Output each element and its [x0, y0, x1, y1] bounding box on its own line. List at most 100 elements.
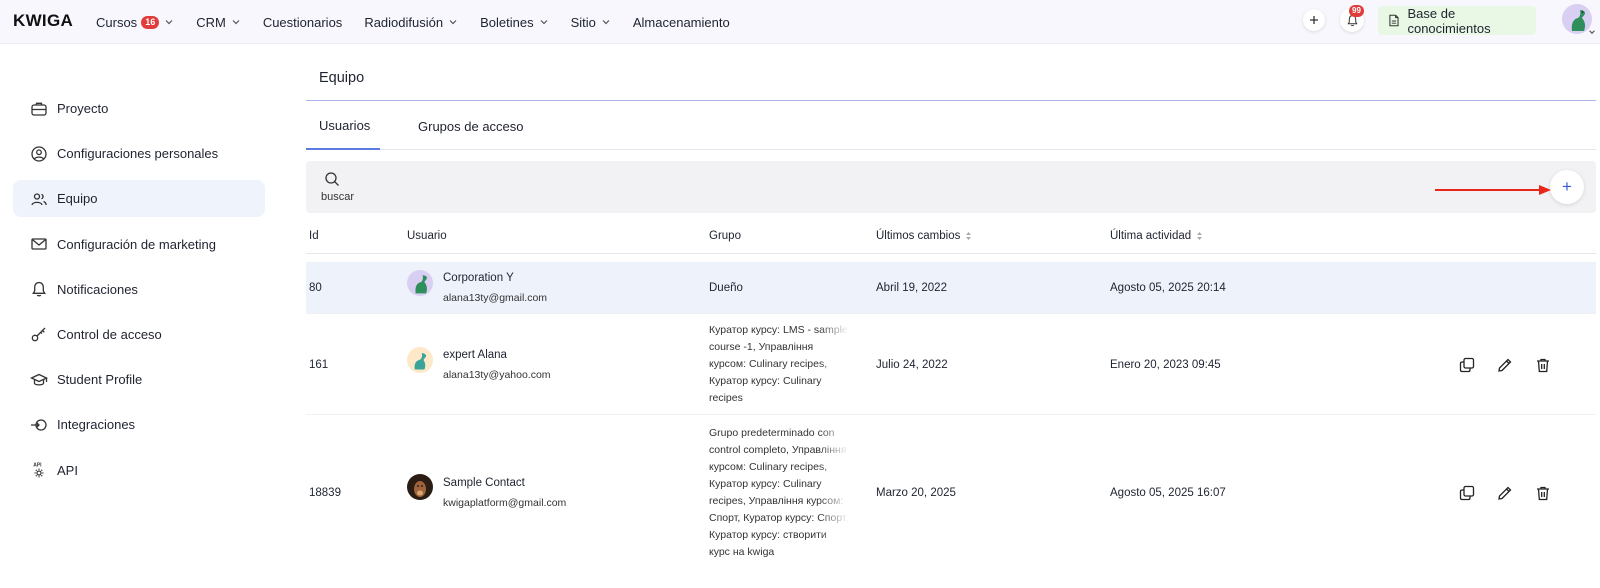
column-header-label: Usuario	[407, 230, 447, 242]
dinosaur-avatar-icon	[415, 275, 427, 294]
sidebar-item-label: Configuraciones personales	[57, 146, 219, 162]
table-row[interactable]: 18839 Sample Contact kwigaplatform@gmail…	[306, 416, 1596, 588]
text-fade-overlay	[819, 322, 849, 410]
sidebar-item-label: API	[57, 462, 78, 478]
user-avatar	[407, 270, 433, 296]
users-icon	[31, 193, 47, 206]
column-header-ultima-actividad[interactable]: Última actividad	[1110, 230, 1203, 242]
user-name: Corporation Y	[443, 272, 514, 284]
nav-item-cuestionarios[interactable]: Cuestionarios	[263, 15, 343, 30]
integrations-icon	[31, 419, 47, 431]
search-label[interactable]: buscar	[321, 191, 354, 203]
tab-label: Usuarios	[319, 117, 371, 133]
sidebar-item-student-profile[interactable]: Student Profile	[13, 361, 265, 398]
settings-sidebar: Proyecto Configuraciones personales Equi…	[13, 90, 265, 497]
quick-create-button[interactable]	[1303, 9, 1325, 31]
table-toolbar: buscar +	[306, 161, 1596, 213]
red-arrow-annotation-icon	[1435, 185, 1551, 195]
trash-icon[interactable]	[1535, 485, 1551, 501]
nav-item-sitio[interactable]: Sitio	[571, 15, 611, 30]
sidebar-item-configuracion-de-marketing[interactable]: Configuración de marketing	[13, 226, 265, 263]
copy-icon[interactable]	[1459, 357, 1475, 373]
courses-count-badge: 16	[141, 15, 160, 29]
tab-usuarios[interactable]: Usuarios	[306, 102, 380, 150]
page-title: Equipo	[319, 70, 365, 86]
sort-icon[interactable]	[965, 231, 972, 241]
sidebar-item-notificaciones[interactable]: Notificaciones	[13, 271, 265, 308]
tab-label: Grupos de acceso	[418, 118, 524, 134]
briefcase-icon	[31, 102, 47, 116]
last-activity: Enero 20, 2023 09:45	[1110, 359, 1221, 371]
knowledge-base-label: Base de conocimientos	[1407, 5, 1491, 36]
graduation-cap-icon	[30, 373, 48, 386]
bell-icon	[32, 282, 46, 297]
nav-item-boletines[interactable]: Boletines	[480, 15, 548, 30]
column-header-label: Últimos cambios	[876, 230, 961, 242]
user-name: expert Alana	[443, 349, 507, 361]
tab-bar: Usuarios Grupos de acceso	[306, 102, 1596, 150]
table-row[interactable]: 80 Corporation Y alana13ty@gmail.com Due…	[306, 262, 1596, 314]
chevron-down-icon[interactable]	[1588, 28, 1596, 36]
user-avatar	[407, 474, 433, 500]
dinosaur-avatar-icon	[414, 353, 427, 370]
title-divider	[306, 100, 1596, 101]
sidebar-item-label: Proyecto	[57, 101, 109, 116]
nav-label: CRM	[196, 14, 226, 30]
column-header-label: Id	[309, 230, 319, 242]
sidebar-item-api[interactable]: API API	[13, 452, 265, 489]
document-icon	[1389, 14, 1399, 27]
sidebar-item-equipo[interactable]: Equipo	[13, 180, 265, 218]
sidebar-item-label: Notificaciones	[57, 281, 138, 297]
user-email: alana13ty@gmail.com	[443, 292, 548, 304]
edit-pencil-icon[interactable]	[1497, 485, 1513, 501]
table-row[interactable]: 161 expert Alana alana13ty@yahoo.com Кур…	[306, 315, 1596, 415]
sidebar-item-integraciones[interactable]: Integraciones	[13, 406, 265, 443]
envelope-icon	[31, 238, 47, 250]
last-changes: Abril 19, 2022	[876, 282, 947, 294]
text-fade-overlay	[819, 425, 849, 581]
chevron-down-icon	[165, 20, 173, 25]
nav-item-radiodifusion[interactable]: Radiodifusión	[364, 15, 458, 30]
sidebar-item-configuraciones-personales[interactable]: Configuraciones personales	[13, 135, 265, 172]
top-navigation-bar: KWIGA Cursos 16 CRM Cuestionarios Radiod…	[0, 0, 1600, 44]
column-header-usuario: Usuario	[407, 230, 447, 242]
column-header-label: Grupo	[709, 230, 741, 242]
sidebar-item-control-de-acceso[interactable]: Control de acceso	[13, 316, 265, 353]
sidebar-item-label: Equipo	[57, 191, 98, 207]
trash-icon[interactable]	[1535, 357, 1551, 373]
nav-label: Sitio	[570, 14, 596, 30]
user-name: Sample Contact	[443, 477, 525, 489]
dog-photo-avatar-icon	[414, 481, 426, 497]
nav-label: Almacenamiento	[632, 14, 730, 30]
chevron-down-icon	[602, 20, 610, 25]
user-email: alana13ty@yahoo.com	[443, 369, 551, 381]
main-nav: Cursos 16 CRM Cuestionarios Radiodifusió…	[96, 0, 752, 44]
user-circle-icon	[31, 146, 47, 162]
user-group: Dueño	[709, 282, 743, 294]
svg-text:API: API	[33, 463, 42, 469]
nav-label: Boletines	[480, 14, 534, 30]
search-icon[interactable]	[324, 171, 340, 187]
notifications-count-badge: 99	[1349, 5, 1364, 17]
edit-pencil-icon[interactable]	[1497, 357, 1513, 373]
last-activity: Agosto 05, 2025 20:14	[1110, 282, 1226, 294]
last-changes: Marzo 20, 2025	[876, 487, 956, 499]
copy-icon[interactable]	[1459, 485, 1475, 501]
row-id: 80	[309, 282, 322, 294]
plus-icon	[1310, 16, 1318, 24]
sort-icon[interactable]	[1196, 231, 1203, 241]
sidebar-item-label: Integraciones	[57, 417, 136, 433]
column-header-ultimos-cambios[interactable]: Últimos cambios	[876, 230, 972, 242]
sidebar-item-label: Configuración de marketing	[57, 236, 216, 252]
brand-logo[interactable]: KWIGA	[13, 11, 73, 31]
sidebar-item-label: Control de acceso	[57, 326, 162, 342]
sidebar-item-proyecto[interactable]: Proyecto	[13, 90, 265, 127]
nav-item-crm[interactable]: CRM	[196, 15, 241, 30]
add-user-button[interactable]: +	[1550, 170, 1584, 204]
nav-item-almacenamiento[interactable]: Almacenamiento	[633, 15, 730, 30]
tab-grupos-de-acceso[interactable]: Grupos de acceso	[418, 102, 524, 150]
row-id: 18839	[309, 487, 341, 499]
column-header-label: Última actividad	[1110, 230, 1192, 242]
nav-item-cursos[interactable]: Cursos 16	[96, 15, 174, 30]
knowledge-base-button[interactable]: Base de conocimientos	[1378, 5, 1536, 36]
